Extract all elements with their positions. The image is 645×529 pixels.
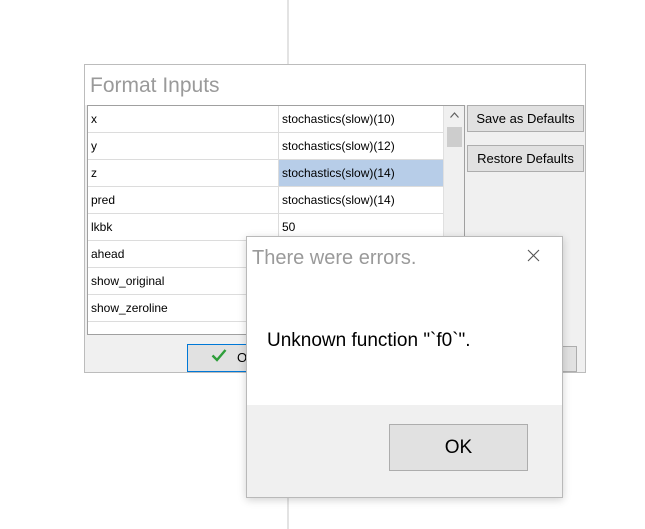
scrollbar-thumb[interactable]	[447, 127, 462, 147]
input-name: z	[88, 160, 279, 186]
format-inputs-titlebar: Format Inputs	[85, 65, 585, 105]
ok-button[interactable]: OK	[389, 424, 528, 471]
input-name: y	[88, 133, 279, 159]
dialog-title: There were errors.	[252, 247, 417, 269]
check-icon	[211, 348, 227, 368]
save-as-defaults-button[interactable]: Save as Defaults	[467, 105, 584, 132]
error-message: Unknown function "`f0`".	[267, 330, 471, 351]
input-value[interactable]: stochastics(slow)(12)	[279, 133, 443, 159]
input-value[interactable]: stochastics(slow)(14)	[279, 187, 443, 213]
input-name: x	[88, 106, 279, 132]
table-row[interactable]: y stochastics(slow)(12)	[88, 133, 443, 160]
input-value[interactable]: stochastics(slow)(10)	[279, 106, 443, 132]
input-value-selected[interactable]: stochastics(slow)(14)	[279, 160, 443, 186]
input-name: pred	[88, 187, 279, 213]
window-title: Format Inputs	[90, 74, 220, 97]
table-row[interactable]: x stochastics(slow)(10)	[88, 106, 443, 133]
table-row[interactable]: z stochastics(slow)(14)	[88, 160, 443, 187]
table-row[interactable]: pred stochastics(slow)(14)	[88, 187, 443, 214]
error-dialog: There were errors. Unknown function "`f0…	[246, 236, 563, 498]
restore-defaults-button[interactable]: Restore Defaults	[467, 145, 584, 172]
chevron-up-icon[interactable]	[444, 106, 464, 124]
close-icon[interactable]	[527, 246, 540, 266]
dialog-footer: OK	[247, 405, 562, 497]
